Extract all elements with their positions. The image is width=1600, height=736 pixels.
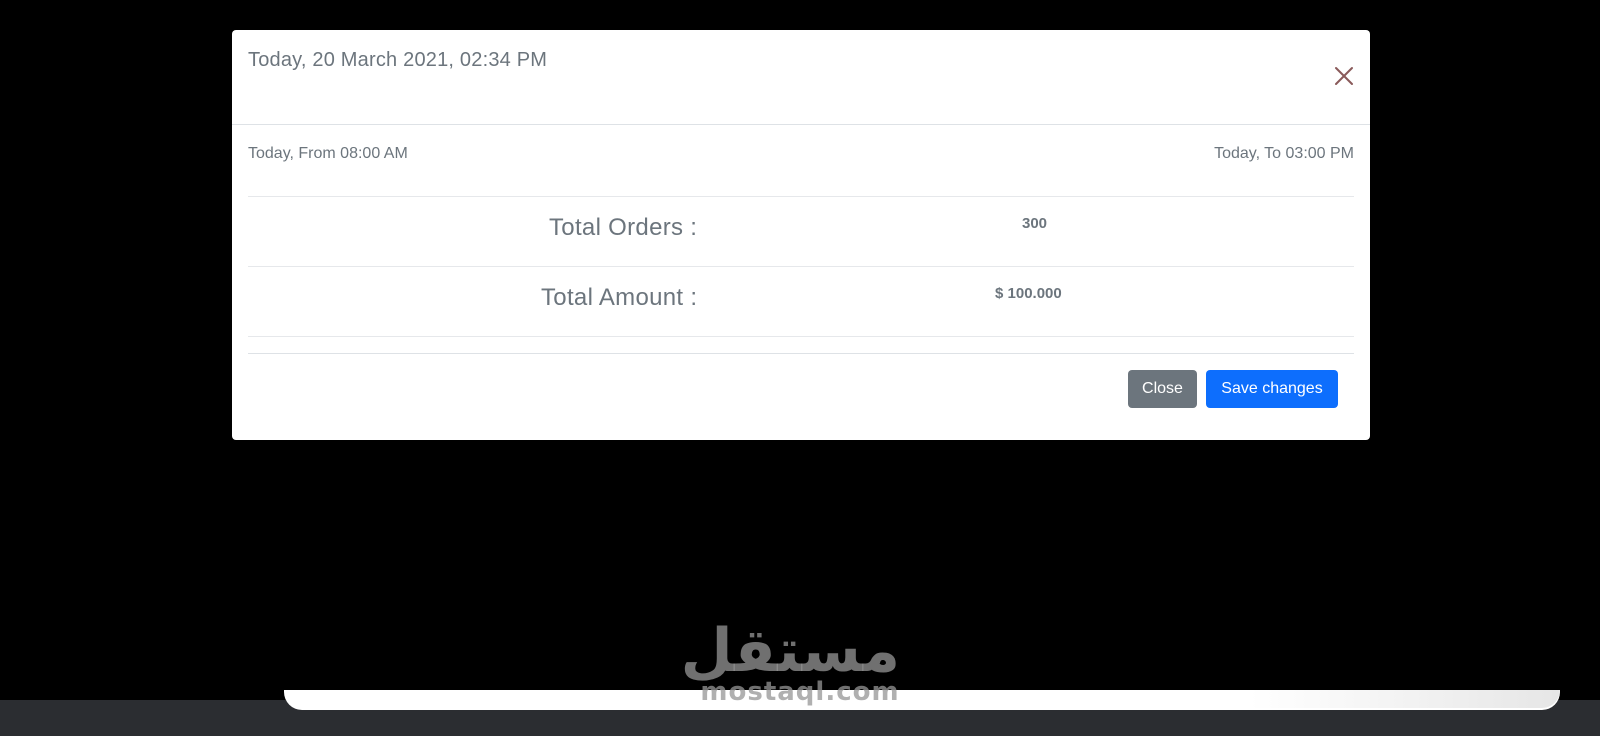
watermark-latin: mostaql.com [700,677,900,707]
underlying-card-shadow [1250,690,1560,708]
total-orders-label: Total Orders : [549,214,698,241]
total-orders-value: 300 [1022,215,1048,232]
total-orders-row: Total Orders : 300 [248,197,1354,267]
modal-body: Today, From 08:00 AM Today, To 03:00 PM … [232,125,1370,337]
total-amount-row: Total Amount : $ 100.000 [248,267,1354,337]
watermark-logo: مستقل mostaql.com [680,616,900,718]
modal-footer: Close Save changes [248,353,1354,440]
time-to-label: Today, To 03:00 PM [1214,145,1354,162]
save-changes-button[interactable]: Save changes [1206,370,1338,408]
modal-header: Today, 20 March 2021, 02:34 PM [232,30,1370,125]
total-amount-value: $ 100.000 [995,285,1062,302]
modal-title: Today, 20 March 2021, 02:34 PM [248,49,548,71]
watermark-arabic: مستقل [680,616,900,686]
close-icon[interactable] [1332,64,1356,88]
page: Today, 20 March 2021, 02:34 PM Today, Fr… [0,0,1600,736]
close-button[interactable]: Close [1128,370,1197,408]
total-amount-label: Total Amount : [541,284,698,311]
time-range-row: Today, From 08:00 AM Today, To 03:00 PM [248,125,1354,197]
time-from-label: Today, From 08:00 AM [248,145,408,162]
summary-modal: Today, 20 March 2021, 02:34 PM Today, Fr… [232,30,1370,440]
